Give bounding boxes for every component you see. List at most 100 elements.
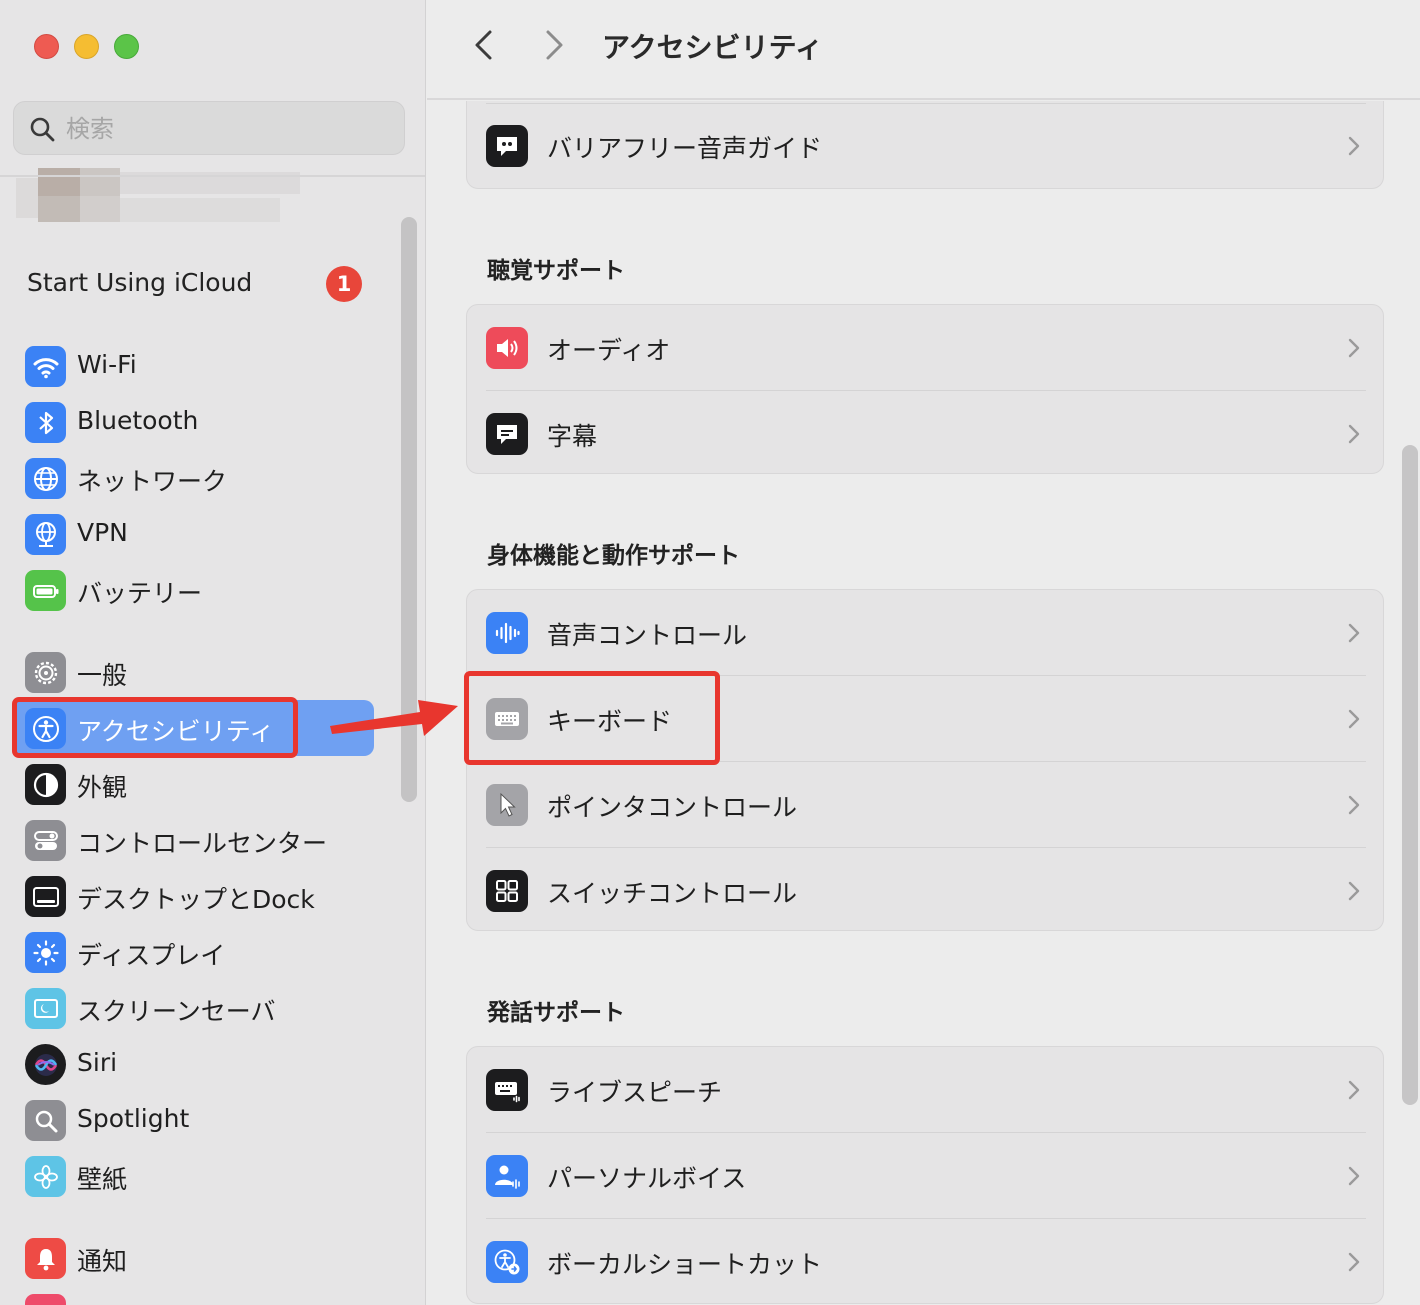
bluetooth-icon <box>25 402 66 443</box>
chevron-right-icon <box>1348 795 1360 815</box>
vocal-shortcuts-icon <box>486 1241 528 1283</box>
captions-icon <box>486 413 528 455</box>
sidebar-item-vpn[interactable]: VPN <box>14 506 374 562</box>
sidebar-item-label: コントロールセンター <box>77 829 328 858</box>
sidebar-item-label: デスクトップとDock <box>77 885 315 914</box>
sidebar-item-display[interactable]: ディスプレイ <box>14 924 374 980</box>
row-pointer-control[interactable]: ポインタコントロール <box>467 762 1385 848</box>
sidebar-item-appearance[interactable]: 外観 <box>14 756 374 812</box>
vpn-globe-icon <box>25 514 66 555</box>
live-speech-icon <box>486 1069 528 1111</box>
wifi-icon <box>25 346 66 387</box>
chevron-right-icon <box>1348 1252 1360 1272</box>
chevron-right-icon <box>1348 623 1360 643</box>
sidebar-item-label: Spotlight <box>77 1104 190 1133</box>
row-label: バリアフリー音声ガイド <box>547 134 823 163</box>
sidebar-item-wallpaper[interactable]: 壁紙 <box>14 1148 374 1204</box>
row-audio-description[interactable]: バリアフリー音声ガイド <box>467 103 1385 189</box>
sidebar-divider <box>0 175 425 177</box>
sidebar-item-label: 一般 <box>77 661 128 690</box>
chevron-right-icon <box>1348 881 1360 901</box>
sidebar-item-network[interactable]: ネットワーク <box>14 450 374 506</box>
sidebar-item-battery[interactable]: バッテリー <box>14 562 374 618</box>
network-globe-icon <box>25 458 66 499</box>
sidebar-item-wifi[interactable]: Wi-Fi <box>14 338 374 394</box>
chevron-right-icon <box>1348 424 1360 444</box>
annotation-highlight-box <box>464 671 720 765</box>
row-live-speech[interactable]: ライブスピーチ <box>467 1047 1385 1133</box>
close-window-button[interactable] <box>34 34 59 59</box>
row-switch-control[interactable]: スイッチコントロール <box>467 848 1385 934</box>
chevron-right-icon <box>1348 338 1360 358</box>
back-chevron-icon[interactable] <box>469 28 499 62</box>
row-label: ライブスピーチ <box>547 1078 723 1107</box>
page-title: アクセシビリティ <box>602 31 823 64</box>
sidebar-item-control-center[interactable]: コントロールセンター <box>14 812 374 868</box>
window-toolbar: アクセシビリティ <box>427 0 1420 100</box>
chevron-right-icon <box>1348 1166 1360 1186</box>
forward-chevron-icon[interactable] <box>539 28 569 62</box>
search-icon <box>30 117 55 142</box>
notification-bell-icon <box>25 1238 66 1279</box>
sidebar-item-desktop-dock[interactable]: デスクトップとDock <box>14 868 374 924</box>
notification-badge: 1 <box>326 266 362 302</box>
sidebar-item-spotlight[interactable]: Spotlight <box>14 1092 374 1148</box>
row-voice-control[interactable]: 音声コントロール <box>467 590 1385 676</box>
audio-description-icon <box>486 125 528 167</box>
sidebar-item-notifications[interactable]: 通知 <box>14 1230 374 1286</box>
settings-group-speech: ライブスピーチ パーソナルボイス ボーカルショートカット <box>466 1046 1384 1304</box>
spotlight-icon <box>25 1100 66 1141</box>
search-field[interactable] <box>13 101 405 155</box>
dock-icon <box>25 876 66 917</box>
sidebar-item-siri[interactable]: Siri <box>14 1036 374 1092</box>
battery-icon <box>25 570 66 611</box>
row-label: スイッチコントロール <box>547 879 798 908</box>
sidebar-item-label: VPN <box>77 518 128 547</box>
chevron-right-icon <box>1348 136 1360 156</box>
sidebar-item-label: Bluetooth <box>77 406 199 435</box>
content-scrollbar[interactable] <box>1402 445 1418 1105</box>
screensaver-icon <box>25 988 66 1029</box>
row-label: ポインタコントロール <box>547 793 798 822</box>
search-input[interactable] <box>66 110 386 148</box>
icloud-signin-label[interactable]: Start Using iCloud <box>27 268 252 297</box>
sidebar-item-label: スクリーンセーバ <box>77 997 276 1026</box>
sidebar-item-label: バッテリー <box>77 579 203 608</box>
wallpaper-flower-icon <box>25 1156 66 1197</box>
row-captions[interactable]: 字幕 <box>467 391 1385 477</box>
settings-group-top: バリアフリー音声ガイド <box>466 101 1384 189</box>
avatar[interactable] <box>16 168 306 248</box>
pointer-icon <box>486 784 528 826</box>
row-label: ボーカルショートカット <box>547 1250 823 1279</box>
sidebar-item-label: ネットワーク <box>77 467 228 496</box>
settings-group-hearing: オーディオ 字幕 <box>466 304 1384 474</box>
row-label: パーソナルボイス <box>547 1164 747 1193</box>
sidebar-item-label: 通知 <box>77 1247 128 1276</box>
sound-icon <box>25 1294 66 1305</box>
control-center-icon <box>25 820 66 861</box>
section-title-motor: 身体機能と動作サポート <box>487 543 740 569</box>
row-label: 音声コントロール <box>547 621 748 650</box>
row-audio[interactable]: オーディオ <box>467 305 1385 391</box>
sidebar-item-bluetooth[interactable]: Bluetooth <box>14 394 374 450</box>
gear-icon <box>25 652 66 693</box>
sidebar-item-label: ディスプレイ <box>77 941 226 970</box>
sidebar-item-screensaver[interactable]: スクリーンセーバ <box>14 980 374 1036</box>
sidebar-item-label: Siri <box>77 1048 118 1077</box>
row-vocal-shortcuts[interactable]: ボーカルショートカット <box>467 1219 1385 1305</box>
chevron-right-icon <box>1348 1080 1360 1100</box>
sidebar-item-label: 外観 <box>77 773 128 802</box>
zoom-window-button[interactable] <box>114 34 139 59</box>
voice-control-icon <box>486 612 528 654</box>
switch-control-icon <box>486 870 528 912</box>
row-label: オーディオ <box>547 336 671 365</box>
row-personal-voice[interactable]: パーソナルボイス <box>467 1133 1385 1219</box>
minimize-window-button[interactable] <box>74 34 99 59</box>
section-title-speech: 発話サポート <box>487 1000 625 1026</box>
sidebar-item-label: 壁紙 <box>77 1165 128 1194</box>
row-label: 字幕 <box>547 422 598 451</box>
sidebar-item-general[interactable]: 一般 <box>14 644 374 700</box>
sidebar-item-partial[interactable] <box>14 1286 374 1305</box>
appearance-icon <box>25 764 66 805</box>
sidebar: Start Using iCloud 1 Wi-Fi Bluetooth ネット… <box>0 0 426 1305</box>
